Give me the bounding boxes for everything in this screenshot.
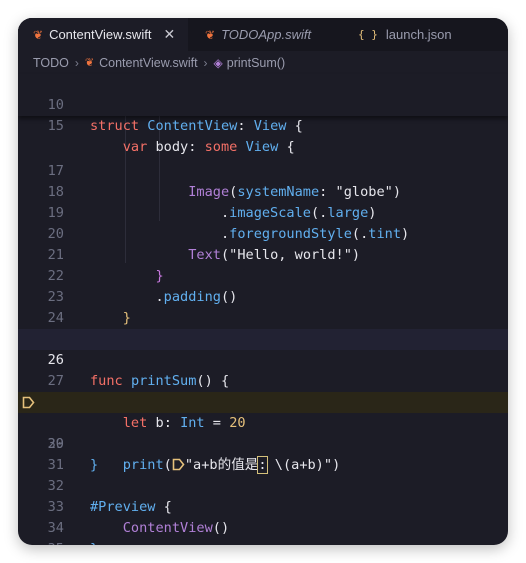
code-line[interactable]: 34 } xyxy=(18,497,508,545)
sticky-line[interactable]: 10 struct ContentView: View { xyxy=(18,74,508,134)
tab-label: TODOApp.swift xyxy=(221,27,312,42)
tab-bar: ❦ ContentView.swift ✕ ❦ TODOApp.swift { … xyxy=(18,18,508,51)
breadcrumb-file[interactable]: ContentView.swift xyxy=(99,56,197,70)
sticky-line[interactable]: 15 var body: some View { xyxy=(18,95,508,155)
line-number: 35 xyxy=(18,539,64,545)
close-icon[interactable]: ✕ xyxy=(163,26,175,43)
code-line[interactable]: 18 .imageScale(.large) xyxy=(18,161,508,221)
code-text: var body: some View { xyxy=(122,139,295,155)
code-line[interactable]: 23 } xyxy=(18,266,508,326)
method-cube-icon: ◈ xyxy=(213,55,223,70)
code-line[interactable]: 25 xyxy=(18,308,508,347)
code-line[interactable]: 22 .padding() xyxy=(18,245,508,305)
tab-launch-json[interactable]: { } launch.json xyxy=(358,18,498,51)
tab-label: ContentView.swift xyxy=(49,27,152,42)
tab-todoapp-swift[interactable]: ❦ TODOApp.swift xyxy=(205,18,355,51)
code-line-current[interactable]: 26 func printSum() { xyxy=(18,329,508,389)
breakpoint-icon[interactable] xyxy=(22,396,35,409)
code-line[interactable]: 35 xyxy=(18,518,508,545)
json-braces-icon: { } xyxy=(358,28,378,41)
tab-contentview-swift[interactable]: ❦ ContentView.swift ✕ xyxy=(18,18,188,51)
breadcrumb: TODO › ❦ ContentView.swift › ◈ printSum(… xyxy=(18,51,508,74)
chevron-right-icon: › xyxy=(203,55,208,70)
swift-icon: ❦ xyxy=(33,27,44,42)
code-text: } xyxy=(90,539,98,545)
editor-window: ❦ ContentView.swift ✕ ❦ TODOApp.swift { … xyxy=(18,18,508,545)
breadcrumb-folder[interactable]: TODO xyxy=(33,56,69,70)
swift-icon: ❦ xyxy=(205,27,216,42)
code-line[interactable]: 20 Text("Hello, world!") xyxy=(18,203,508,263)
code-line[interactable]: 24 } xyxy=(18,287,508,347)
line-number: 15 xyxy=(47,118,64,134)
breadcrumb-symbol[interactable]: printSum() xyxy=(227,56,285,70)
code-line[interactable]: 27 let a: Int = 10 xyxy=(18,350,508,410)
code-text: struct ContentView: View { xyxy=(90,118,303,134)
code-line[interactable]: 32 #Preview { xyxy=(18,455,508,515)
sticky-scroll-header[interactable]: 10 struct ContentView: View { 15 var bod… xyxy=(18,74,508,155)
code-line[interactable]: 19 .foregroundStyle(.tint) xyxy=(18,182,508,242)
chevron-right-icon: › xyxy=(74,55,79,70)
code-line[interactable]: 30 } xyxy=(18,413,508,473)
tab-label: launch.json xyxy=(385,27,452,42)
code-line[interactable]: 28 let b: Int = 20 xyxy=(18,371,508,431)
code-editor[interactable]: 10 struct ContentView: View { 15 var bod… xyxy=(18,74,508,545)
code-line[interactable]: 21 } xyxy=(18,224,508,284)
code-line[interactable]: 31 xyxy=(18,434,508,473)
swift-icon: ❦ xyxy=(84,57,95,69)
code-line[interactable]: 33 ContentView() xyxy=(18,476,508,536)
code-line-breakpoint[interactable]: 29 print("a+b的值是: \(a+b)") xyxy=(18,392,508,474)
